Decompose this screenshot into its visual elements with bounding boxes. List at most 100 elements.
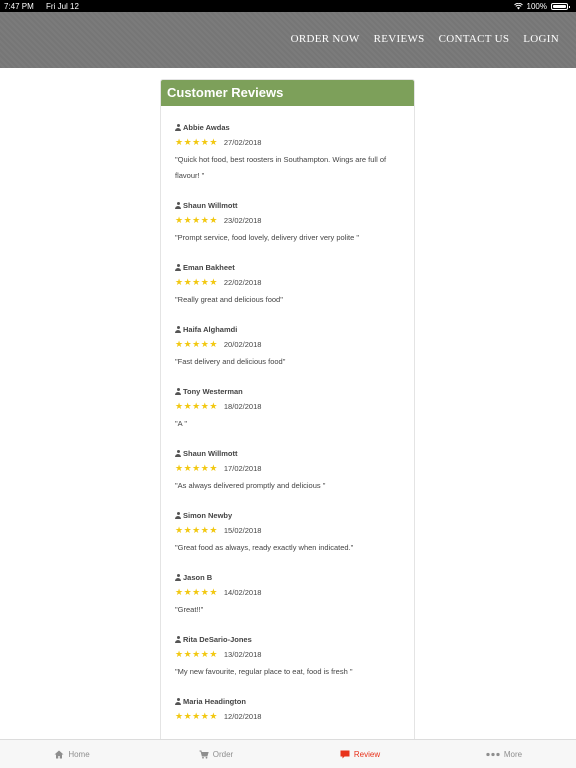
main-nav: ORDER NOW REVIEWS CONTACT US LOGIN bbox=[291, 33, 559, 45]
reviewer-name: Haifa Alghamdi bbox=[183, 325, 238, 334]
reviewer-name: Shaun Willmott bbox=[183, 201, 238, 210]
star-icon: ★ bbox=[209, 339, 218, 349]
tab-review[interactable]: Review bbox=[288, 740, 432, 768]
user-icon bbox=[175, 512, 181, 519]
tab-order[interactable]: Order bbox=[144, 740, 288, 768]
home-icon bbox=[54, 750, 64, 758]
star-icon: ★ bbox=[183, 525, 193, 535]
nav-order-now[interactable]: ORDER NOW bbox=[291, 33, 360, 45]
review-date: 14/02/2018 bbox=[223, 588, 262, 597]
tab-bar: Home Order Review More bbox=[0, 739, 576, 768]
star-rating: ★★★★★ bbox=[175, 278, 218, 287]
star-icon: ★ bbox=[209, 587, 218, 597]
review-text: "Prompt service, food lovely, delivery d… bbox=[175, 233, 360, 242]
star-icon: ★ bbox=[175, 277, 184, 287]
user-icon bbox=[175, 202, 181, 209]
review-item: Shaun Willmott ★★★★★ 23/02/2018 "Prompt ser… bbox=[175, 201, 400, 246]
star-icon: ★ bbox=[183, 711, 193, 721]
tab-home[interactable]: Home bbox=[0, 740, 144, 768]
user-icon bbox=[175, 698, 181, 705]
reviewer-name: Shaun Willmott bbox=[183, 449, 238, 458]
star-icon: ★ bbox=[175, 401, 184, 411]
review-meta: ★★★★★ 15/02/2018 bbox=[175, 526, 400, 536]
star-icon: ★ bbox=[175, 525, 184, 535]
battery-percent: 100% bbox=[526, 1, 547, 11]
review-item: Haifa Alghamdi ★★★★★ 20/02/2018 "Fast deliv… bbox=[175, 325, 400, 370]
star-icon: ★ bbox=[183, 649, 193, 659]
reviewer: Rita DeSario-Jones bbox=[175, 635, 400, 644]
star-icon: ★ bbox=[192, 711, 201, 721]
review-text: "As always delivered promptly and delici… bbox=[175, 481, 326, 490]
reviewer: Abbie Awdas bbox=[175, 123, 400, 132]
tab-more-label: More bbox=[503, 749, 523, 759]
star-icon: ★ bbox=[192, 525, 201, 535]
tab-more[interactable]: More bbox=[432, 740, 576, 768]
star-icon: ★ bbox=[192, 339, 201, 349]
reviewer-name: Eman Bakheet bbox=[183, 263, 235, 272]
nav-reviews[interactable]: REVIEWS bbox=[374, 33, 425, 45]
review-item: Jason B ★★★★★ 14/02/2018 "Great!!" bbox=[175, 573, 400, 618]
status-right: 100% bbox=[513, 1, 570, 11]
review-date: 18/02/2018 bbox=[223, 402, 262, 411]
review-item: Eman Bakheet ★★★★★ 22/02/2018 "Really great… bbox=[175, 263, 400, 308]
star-icon: ★ bbox=[183, 401, 193, 411]
star-icon: ★ bbox=[209, 463, 218, 473]
status-time: 7:47 PM bbox=[4, 1, 34, 11]
user-icon bbox=[175, 574, 181, 581]
review-item: Rita DeSario-Jones ★★★★★ 13/02/2018 "My new… bbox=[175, 635, 400, 680]
nav-contact-us[interactable]: CONTACT US bbox=[439, 33, 510, 45]
review-meta: ★★★★★ 22/02/2018 bbox=[175, 278, 400, 288]
star-icon: ★ bbox=[192, 137, 201, 147]
star-icon: ★ bbox=[192, 649, 201, 659]
star-icon: ★ bbox=[183, 137, 193, 147]
reviewer: Shaun Willmott bbox=[175, 201, 400, 210]
star-icon: ★ bbox=[175, 587, 184, 597]
nav-login[interactable]: LOGIN bbox=[523, 33, 559, 45]
review-date: 22/02/2018 bbox=[223, 278, 262, 287]
star-icon: ★ bbox=[175, 137, 184, 147]
reviewer: Haifa Alghamdi bbox=[175, 325, 400, 334]
reviewer-name: Jason B bbox=[183, 573, 213, 582]
tab-review-label: Review bbox=[353, 749, 381, 759]
review-date: 20/02/2018 bbox=[223, 340, 262, 349]
star-rating: ★★★★★ bbox=[175, 340, 218, 349]
star-icon: ★ bbox=[192, 215, 201, 225]
review-date: 27/02/2018 bbox=[223, 138, 262, 147]
star-icon: ★ bbox=[183, 339, 193, 349]
review-item: Tony Westerman ★★★★★ 18/02/2018 "A " bbox=[175, 387, 400, 432]
star-icon: ★ bbox=[209, 649, 218, 659]
reviewer: Jason B bbox=[175, 573, 400, 582]
review-date: 12/02/2018 bbox=[223, 712, 262, 721]
user-icon bbox=[175, 264, 181, 271]
reviewer: Simon Newby bbox=[175, 511, 400, 520]
review-meta: ★★★★★ 13/02/2018 bbox=[175, 650, 400, 660]
star-icon: ★ bbox=[209, 525, 218, 535]
user-icon bbox=[175, 636, 181, 643]
review-list[interactable]: Abbie Awdas ★★★★★ 27/02/2018 "Quick hot foo… bbox=[161, 123, 414, 721]
battery-icon bbox=[551, 2, 570, 10]
star-rating: ★★★★★ bbox=[175, 712, 218, 721]
reviewer: Shaun Willmott bbox=[175, 449, 400, 458]
review-meta: ★★★★★ 17/02/2018 bbox=[175, 463, 400, 474]
status-left: 7:47 PM Fri Jul 12 bbox=[4, 2, 89, 11]
reviews-panel: Customer Reviews Abbie Awdas ★★★★★ 27/02/2… bbox=[160, 79, 415, 759]
star-icon: ★ bbox=[175, 215, 184, 225]
review-date: 17/02/2018 bbox=[223, 464, 262, 473]
review-text: "Great food as always, ready exactly whe… bbox=[175, 543, 354, 552]
reviewer-name: Simon Newby bbox=[183, 511, 233, 520]
star-icon: ★ bbox=[209, 711, 218, 721]
review-text: "My new favourite, regular place to eat,… bbox=[175, 667, 353, 676]
panel-title: Customer Reviews bbox=[161, 80, 414, 106]
star-icon: ★ bbox=[175, 339, 184, 349]
tab-order-label: Order bbox=[212, 749, 234, 759]
star-icon: ★ bbox=[175, 711, 184, 721]
star-icon: ★ bbox=[175, 649, 184, 659]
star-rating: ★★★★★ bbox=[175, 526, 218, 535]
star-icon: ★ bbox=[183, 277, 193, 287]
star-icon: ★ bbox=[183, 587, 193, 597]
star-rating: ★★★★★ bbox=[175, 650, 218, 659]
reviewer: Eman Bakheet bbox=[175, 263, 400, 272]
user-icon bbox=[175, 388, 181, 395]
review-text: "Really great and delicious food" bbox=[175, 295, 283, 304]
review-date: 15/02/2018 bbox=[223, 526, 262, 535]
